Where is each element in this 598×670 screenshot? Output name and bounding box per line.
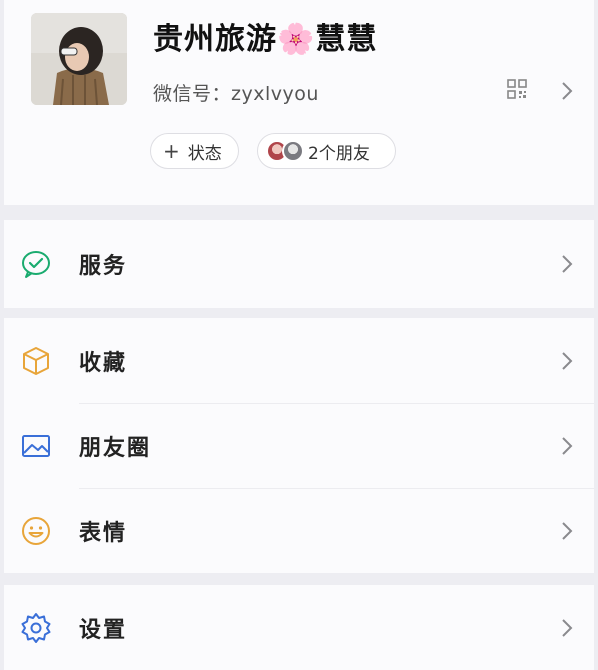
menu-group-content: 收藏 朋友圈 表情 (4, 318, 594, 573)
menu-label-favorites: 收藏 (79, 350, 128, 376)
chevron-right-icon (562, 618, 573, 637)
menu-label-service: 服务 (79, 254, 128, 279)
friends-status-button[interactable]: 2个朋友 (257, 133, 396, 169)
wechat-id-label: 微信号： (153, 83, 232, 105)
menu-item-moments[interactable]: 朋友圈 (4, 403, 594, 488)
menu-label-stickers: 表情 (79, 520, 128, 546)
gear-icon (21, 612, 51, 643)
wechat-id[interactable]: 微信号：zyxlvyou (153, 79, 319, 106)
menu-item-settings[interactable]: 设置 (4, 585, 594, 670)
smiley-icon (22, 516, 50, 545)
avatar-image (31, 13, 127, 105)
friend-avatar (282, 140, 304, 162)
menu-item-stickers[interactable]: 表情 (4, 488, 594, 573)
chevron-right-icon (562, 351, 573, 370)
chevron-right-icon (562, 521, 573, 540)
menu-item-favorites[interactable]: 收藏 (4, 318, 594, 403)
menu-label-moments: 朋友圈 (79, 435, 152, 461)
profile-card[interactable]: 贵州旅游🌸慧慧 微信号：zyxlvyou + 状态 2个朋友 (4, 0, 594, 205)
menu-label-settings: 设置 (79, 617, 128, 643)
friend-avatars (266, 140, 304, 162)
profile-name: 贵州旅游🌸慧慧 (153, 22, 378, 57)
avatar[interactable] (31, 13, 127, 105)
menu-group-settings: 设置 (4, 585, 594, 670)
wechat-id-value: zyxlvyou (231, 83, 319, 105)
friends-label: 2个朋友 (308, 143, 370, 164)
plus-icon: + (163, 139, 180, 163)
menu-item-service[interactable]: 服务 (4, 220, 594, 308)
image-icon (22, 434, 50, 457)
chevron-right-icon (562, 255, 573, 273)
qr-code-icon[interactable] (506, 78, 528, 100)
status-button-label: 状态 (187, 143, 222, 164)
menu-group-services: 服务 (4, 220, 594, 308)
service-icon (22, 251, 50, 278)
chevron-right-icon[interactable] (560, 80, 574, 102)
chevron-right-icon (562, 436, 573, 455)
add-status-button[interactable]: + 状态 (150, 133, 239, 169)
cube-icon (23, 346, 49, 375)
